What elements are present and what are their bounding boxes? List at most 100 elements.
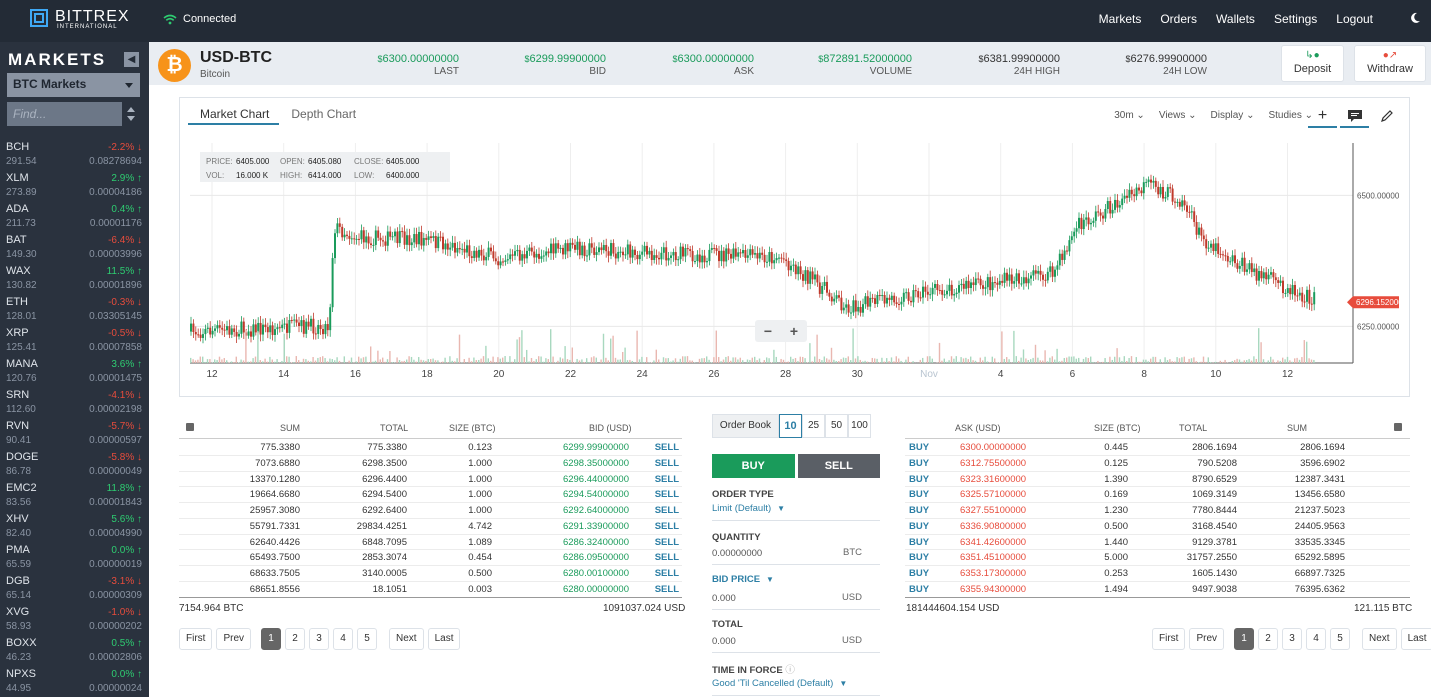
sell-action-button[interactable]: SELL bbox=[655, 521, 679, 532]
bid-row[interactable]: 13370.1280 6296.4400 1.000 6296.44000000 SEL… bbox=[179, 472, 682, 488]
market-row-mana[interactable]: MANA 3.6% ↑ 120.76 0.00001475 bbox=[0, 356, 149, 387]
market-row-bch[interactable]: BCH -2.2% ↓ 291.54 0.08278694 bbox=[0, 139, 149, 170]
ask-row[interactable]: BUY 6325.57100000 0.169 1069.3149 13456.6580 bbox=[905, 487, 1410, 503]
ask-row[interactable]: BUY 6355.94300000 1.494 9497.9038 76395.6362 bbox=[905, 582, 1410, 598]
nav-wallets[interactable]: Wallets bbox=[1216, 12, 1255, 26]
ask-size-header[interactable]: SIZE (BTC) bbox=[1094, 423, 1141, 433]
bid-row[interactable]: 55791.7331 29834.4251 4.742 6291.33900000 SE… bbox=[179, 519, 682, 535]
market-row-ada[interactable]: ADA 0.4% ↑ 211.73 0.00001176 bbox=[0, 201, 149, 232]
ask-sum-header[interactable]: SUM bbox=[1287, 423, 1307, 433]
sort-icon[interactable] bbox=[125, 106, 137, 122]
buy-action-button[interactable]: BUY bbox=[909, 521, 929, 532]
market-row-rvn[interactable]: RVN -5.7% ↓ 90.41 0.00000597 bbox=[0, 418, 149, 449]
ask-last-page-button[interactable]: Last bbox=[1400, 628, 1431, 650]
bid-row[interactable]: 68651.8556 18.1051 0.003 6280.00000000 SELL bbox=[179, 582, 682, 598]
buy-action-button[interactable]: BUY bbox=[909, 442, 929, 453]
ask-total-header[interactable]: TOTAL bbox=[1179, 423, 1207, 433]
bid-price-input[interactable]: 0.000 bbox=[712, 593, 736, 604]
ask-row[interactable]: BUY 6341.42600000 1.440 9129.3781 33535.3345 bbox=[905, 535, 1410, 551]
market-row-eth[interactable]: ETH -0.3% ↓ 128.01 0.03305145 bbox=[0, 294, 149, 325]
bid-page-1[interactable]: 1 bbox=[261, 628, 282, 650]
moon-icon[interactable] bbox=[1408, 11, 1422, 25]
bid-page-3[interactable]: 3 bbox=[309, 628, 330, 650]
sell-action-button[interactable]: SELL bbox=[655, 537, 679, 548]
sell-action-button[interactable]: SELL bbox=[655, 442, 679, 453]
bittrex-logo[interactable]: BITTREX INTERNATIONAL bbox=[28, 8, 148, 34]
bid-page-4[interactable]: 4 bbox=[333, 628, 354, 650]
collapse-sidebar-button[interactable]: ◀ bbox=[124, 52, 139, 67]
buy-action-button[interactable]: BUY bbox=[909, 505, 929, 516]
ask-price-header[interactable]: ASK (USD) bbox=[955, 423, 1001, 433]
order-type-select[interactable]: Limit (Default) ▼ bbox=[712, 503, 785, 514]
depth-100-button[interactable]: 100 bbox=[848, 414, 871, 438]
buy-action-button[interactable]: BUY bbox=[909, 552, 929, 563]
bid-sum-header[interactable]: SUM bbox=[280, 423, 300, 433]
market-row-pma[interactable]: PMA 0.0% ↑ 65.59 0.00000019 bbox=[0, 542, 149, 573]
bid-page-2[interactable]: 2 bbox=[285, 628, 306, 650]
market-row-dgb[interactable]: DGB -3.1% ↓ 65.14 0.00000309 bbox=[0, 573, 149, 604]
market-row-xlm[interactable]: XLM 2.9% ↑ 273.89 0.00004186 bbox=[0, 170, 149, 201]
ask-row[interactable]: BUY 6351.45100000 5.000 31757.2550 65292.589… bbox=[905, 550, 1410, 566]
bid-size-header[interactable]: SIZE (BTC) bbox=[449, 423, 496, 433]
market-row-xvg[interactable]: XVG -1.0% ↓ 58.93 0.00000202 bbox=[0, 604, 149, 635]
buy-action-button[interactable]: BUY bbox=[909, 568, 929, 579]
comment-tool-icon[interactable] bbox=[1340, 106, 1369, 128]
sell-action-button[interactable]: SELL bbox=[655, 458, 679, 469]
bid-row[interactable]: 19664.6680 6294.5400 1.000 6294.54000000 SEL… bbox=[179, 487, 682, 503]
bid-row[interactable]: 25957.3080 6292.6400 1.000 6292.64000000 SEL… bbox=[179, 503, 682, 519]
depth-10-button[interactable]: 10 bbox=[779, 414, 802, 438]
ask-page-5[interactable]: 5 bbox=[1330, 628, 1351, 650]
market-row-emc2[interactable]: EMC2 11.8% ↑ 83.56 0.00001843 bbox=[0, 480, 149, 511]
bid-price-dropdown[interactable]: BID PRICE ▼ bbox=[712, 574, 774, 585]
depth-50-button[interactable]: 50 bbox=[825, 414, 848, 438]
ask-row[interactable]: BUY 6353.17300000 0.253 1605.1430 66897.7325 bbox=[905, 566, 1410, 582]
ask-page-4[interactable]: 4 bbox=[1306, 628, 1327, 650]
bid-next-page-button[interactable]: Next bbox=[389, 628, 424, 650]
market-row-boxx[interactable]: BOXX 0.5% ↑ 46.23 0.00002806 bbox=[0, 635, 149, 666]
interval-dropdown[interactable]: 30m ⌄ bbox=[1114, 110, 1145, 121]
sell-action-button[interactable]: SELL bbox=[655, 552, 679, 563]
zoom-out-button[interactable]: − bbox=[764, 323, 772, 339]
sell-action-button[interactable]: SELL bbox=[655, 474, 679, 485]
ask-prev-page-button[interactable]: Prev bbox=[1189, 628, 1225, 650]
bid-total-header[interactable]: TOTAL bbox=[380, 423, 408, 433]
sell-action-button[interactable]: SELL bbox=[655, 584, 679, 595]
depth-25-button[interactable]: 25 bbox=[802, 414, 825, 438]
sell-action-button[interactable]: SELL bbox=[655, 489, 679, 500]
ask-row[interactable]: BUY 6336.90800000 0.500 3168.4540 24405.9563 bbox=[905, 519, 1410, 535]
bid-page-5[interactable]: 5 bbox=[357, 628, 378, 650]
ask-next-page-button[interactable]: Next bbox=[1362, 628, 1397, 650]
buy-action-button[interactable]: BUY bbox=[909, 537, 929, 548]
ask-row[interactable]: BUY 6300.00000000 0.445 2806.1694 2806.1694 bbox=[905, 440, 1410, 456]
market-select[interactable]: BTC Markets bbox=[7, 73, 140, 97]
bid-row[interactable]: 7073.6880 6298.3500 1.000 6298.35000000 SELL bbox=[179, 456, 682, 472]
bid-price-header[interactable]: BID (USD) bbox=[589, 423, 632, 433]
market-row-xhv[interactable]: XHV 5.6% ↑ 82.40 0.00004990 bbox=[0, 511, 149, 542]
views-dropdown[interactable]: Views ⌄ bbox=[1159, 110, 1197, 121]
bid-last-page-button[interactable]: Last bbox=[427, 628, 461, 650]
bid-row[interactable]: 775.3380 775.3380 0.123 6299.99900000 SELL bbox=[179, 440, 682, 456]
info-icon[interactable]: ⓘ bbox=[785, 665, 795, 676]
sell-action-button[interactable]: SELL bbox=[655, 568, 679, 579]
buy-action-button[interactable]: BUY bbox=[909, 489, 929, 500]
tab-market-chart[interactable]: Market Chart bbox=[188, 107, 280, 125]
market-row-npxs[interactable]: NPXS 0.0% ↑ 44.95 0.00000024 bbox=[0, 666, 149, 697]
ask-row[interactable]: BUY 6327.55100000 1.230 7780.8444 21237.5023 bbox=[905, 503, 1410, 519]
crosshair-tool-icon[interactable]: + bbox=[1308, 106, 1337, 128]
tab-depth-chart[interactable]: Depth Chart bbox=[279, 107, 366, 125]
bid-first-page-button[interactable]: First bbox=[179, 628, 213, 650]
ask-first-page-button[interactable]: First bbox=[1152, 628, 1186, 650]
buy-action-button[interactable]: BUY bbox=[909, 584, 929, 595]
market-row-xrp[interactable]: XRP -0.5% ↓ 125.41 0.00007858 bbox=[0, 325, 149, 356]
studies-dropdown[interactable]: Studies ⌄ bbox=[1268, 110, 1313, 121]
bid-row[interactable]: 62640.4426 6848.7095 1.089 6286.32400000 SEL… bbox=[179, 535, 682, 551]
ask-page-3[interactable]: 3 bbox=[1282, 628, 1303, 650]
time-in-force-select[interactable]: Good 'Til Cancelled (Default) ▼ bbox=[712, 678, 847, 689]
ask-row[interactable]: BUY 6323.31600000 1.390 8790.6529 12387.3431 bbox=[905, 472, 1410, 488]
market-search-input[interactable] bbox=[7, 102, 122, 126]
sell-tab[interactable]: SELL bbox=[797, 454, 880, 478]
total-input[interactable]: 0.000 bbox=[712, 636, 736, 647]
nav-logout[interactable]: Logout bbox=[1336, 12, 1373, 26]
ask-page-1[interactable]: 1 bbox=[1234, 628, 1255, 650]
nav-orders[interactable]: Orders bbox=[1160, 12, 1197, 26]
